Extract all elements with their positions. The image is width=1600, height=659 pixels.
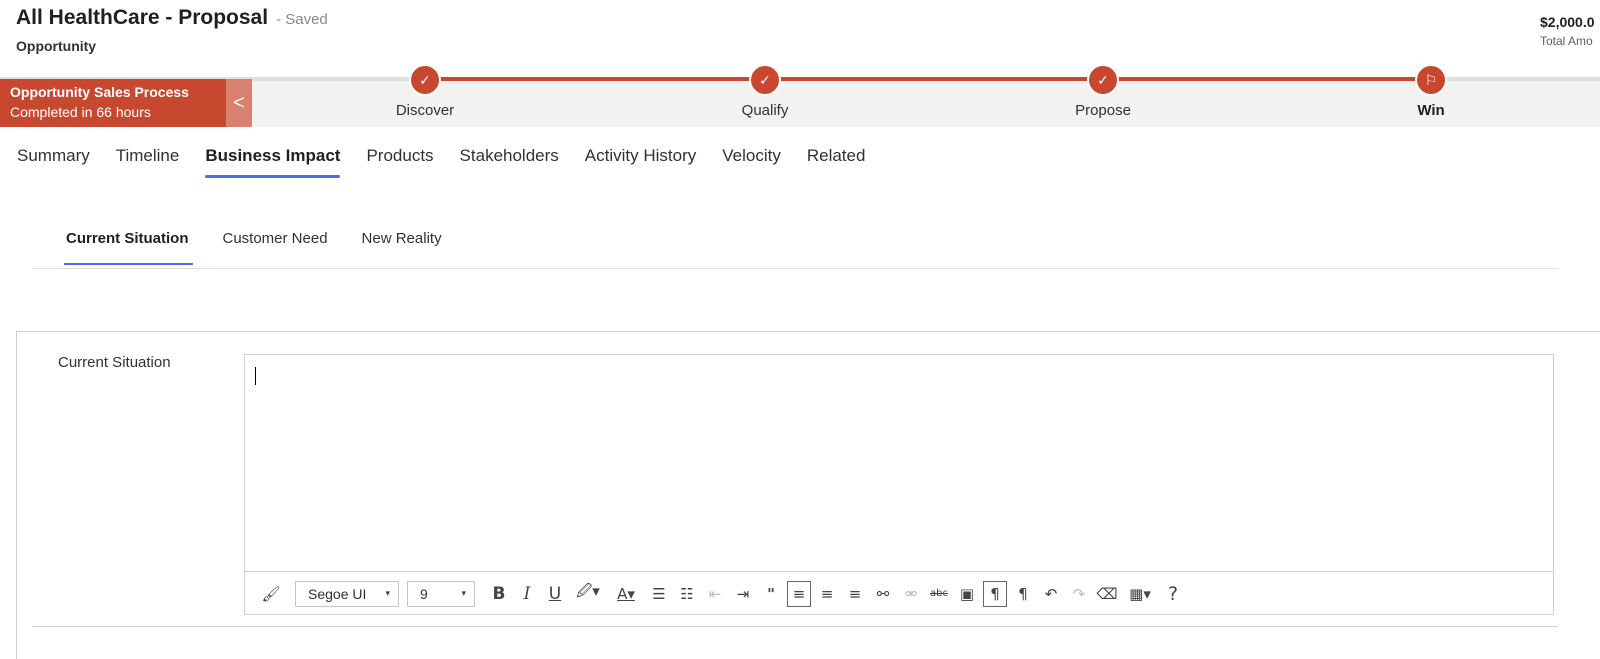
blockquote-icon[interactable]: "	[759, 581, 783, 607]
clear-formatting-icon[interactable]: ⌫	[1095, 581, 1119, 607]
decrease-indent-icon[interactable]: ⇤	[703, 581, 727, 607]
link-icon[interactable]: ⚯	[871, 581, 895, 607]
subtab-new-reality[interactable]: New Reality	[362, 230, 442, 265]
font-color-icon[interactable]: A▾	[609, 581, 643, 607]
format-painter-icon[interactable]: 🖌	[259, 581, 283, 607]
stage-label: Qualify	[741, 102, 789, 119]
checkmark-icon: ✓	[1087, 64, 1119, 96]
record-title-bar: All HealthCare - Proposal - Saved	[16, 6, 328, 30]
text-caret	[255, 367, 256, 385]
form-tabs: Summary Timeline Business Impact Product…	[17, 146, 891, 178]
align-center-icon[interactable]: ≡	[815, 581, 839, 607]
italic-icon[interactable]: I	[515, 581, 539, 607]
numbered-list-icon[interactable]: ☷	[675, 581, 699, 607]
tab-products[interactable]: Products	[366, 146, 433, 178]
field-label-current-situation: Current Situation	[58, 354, 171, 371]
checkmark-icon: ✓	[749, 64, 781, 96]
tab-timeline[interactable]: Timeline	[116, 146, 180, 178]
font-size-select[interactable]: 9 ▾	[407, 580, 475, 607]
tab-velocity[interactable]: Velocity	[722, 146, 781, 178]
divider	[32, 268, 1558, 269]
tab-summary[interactable]: Summary	[17, 146, 90, 178]
stage-label: Propose	[1075, 102, 1131, 119]
subtab-customer-need[interactable]: Customer Need	[223, 230, 328, 265]
record-title: All HealthCare - Proposal	[16, 6, 269, 29]
highlight-color-icon[interactable]: 🖉▾	[571, 581, 605, 607]
rich-text-editor: 🖌 Segoe UI ▾ 9 ▾ B I U 🖉▾ A▾ ☰ ☷ ⇤ ⇥ " ≡…	[244, 354, 1554, 615]
flag-icon: ⚐	[1415, 64, 1447, 96]
bold-icon[interactable]: B	[487, 581, 511, 607]
divider	[32, 626, 1558, 627]
increase-indent-icon[interactable]: ⇥	[731, 581, 755, 607]
dropdown-arrow-icon: ▾	[461, 588, 466, 598]
tab-stakeholders[interactable]: Stakeholders	[460, 146, 559, 178]
align-left-icon[interactable]: ≡	[787, 580, 811, 607]
dropdown-arrow-icon: ▾	[385, 588, 390, 598]
insert-table-icon[interactable]: ▦▾	[1123, 581, 1157, 607]
tab-business-impact[interactable]: Business Impact	[205, 146, 341, 178]
tab-related[interactable]: Related	[807, 146, 866, 178]
redo-icon[interactable]: ↷	[1067, 581, 1091, 607]
font-family-select[interactable]: Segoe UI ▾	[295, 580, 399, 607]
align-right-icon[interactable]: ≡	[843, 581, 867, 607]
editor-toolbar: 🖌 Segoe UI ▾ 9 ▾ B I U 🖉▾ A▾ ☰ ☷ ⇤ ⇥ " ≡…	[245, 571, 1553, 615]
underline-icon[interactable]: U	[543, 581, 567, 607]
stage-qualify[interactable]: ✓ Qualify	[705, 64, 825, 119]
strikethrough-icon[interactable]: abc	[927, 581, 951, 607]
unlink-icon[interactable]: ⚮	[899, 581, 923, 607]
process-header[interactable]: Opportunity Sales Process Completed in 6…	[0, 79, 226, 127]
undo-icon[interactable]: ↶	[1039, 581, 1063, 607]
process-completed-time: Completed in 66 hours	[10, 104, 151, 120]
subtab-current-situation[interactable]: Current Situation	[64, 230, 192, 265]
insert-image-icon[interactable]: ▣	[955, 581, 979, 607]
process-progress-line	[425, 77, 1431, 81]
checkmark-icon: ✓	[409, 64, 441, 96]
font-size-value: 9	[420, 585, 428, 602]
entity-name: Opportunity	[16, 38, 97, 54]
chevron-left-icon[interactable]: <	[226, 79, 252, 127]
process-name: Opportunity Sales Process	[10, 84, 189, 100]
stage-discover[interactable]: ✓ Discover	[365, 64, 485, 119]
total-amount-value: $2,000.0	[1540, 14, 1595, 30]
stage-win[interactable]: ⚐ Win	[1371, 64, 1491, 119]
right-to-left-icon[interactable]: ¶	[1011, 581, 1035, 607]
tab-activity-history[interactable]: Activity History	[585, 146, 696, 178]
total-amount-label: Total Amo	[1540, 34, 1593, 48]
font-family-value: Segoe UI	[308, 585, 367, 602]
business-impact-subtabs: Current Situation Customer Need New Real…	[64, 230, 476, 265]
bulleted-list-icon[interactable]: ☰	[647, 581, 671, 607]
current-situation-textarea[interactable]	[245, 355, 1553, 571]
save-status: - Saved	[276, 11, 328, 28]
stage-propose[interactable]: ✓ Propose	[1043, 64, 1163, 119]
stage-label: Win	[1417, 102, 1445, 119]
help-icon[interactable]: ?	[1161, 581, 1185, 607]
left-to-right-icon[interactable]: ¶	[983, 580, 1007, 607]
stage-label: Discover	[395, 102, 455, 119]
